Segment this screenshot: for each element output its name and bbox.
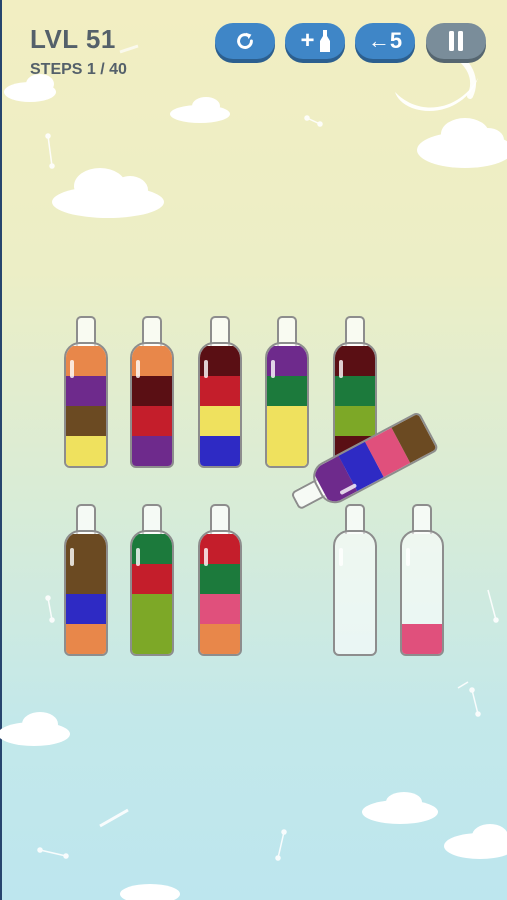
steps-counter: STEPS 1 / 40 — [30, 61, 127, 78]
liquid-layer-blue — [200, 436, 240, 466]
liquid-layer-yellow — [66, 436, 106, 466]
bottle[interactable] — [265, 316, 309, 468]
restart-icon — [237, 32, 253, 49]
bottle-shine — [204, 548, 208, 566]
liquid-layer-green — [267, 376, 307, 406]
liquid-layer-orange — [66, 624, 106, 654]
cloud-icon — [0, 74, 507, 900]
level-label: LVL 51 — [30, 24, 116, 54]
bottle[interactable] — [400, 504, 444, 656]
liquid-layer-purple — [132, 436, 172, 466]
liquid-layer-lime — [335, 406, 375, 436]
liquid-layer-green — [335, 376, 375, 406]
liquid-layer-red — [200, 376, 240, 406]
liquid-layer-yellow — [267, 436, 307, 466]
liquid-layer-orange — [200, 624, 240, 654]
bottle[interactable] — [130, 316, 174, 468]
liquid-layer-maroon — [132, 376, 172, 406]
bottle-shine — [136, 548, 140, 566]
liquid-layer-brown — [66, 564, 106, 594]
add-bottle-button[interactable]: + — [285, 23, 345, 59]
liquid-layer-yellow — [200, 406, 240, 436]
bottle[interactable] — [198, 504, 242, 656]
stars-decor — [37, 115, 499, 861]
bottle-shine — [339, 548, 343, 566]
pause-button[interactable] — [426, 23, 486, 59]
bottle-shine — [136, 360, 140, 378]
bottle-shine — [204, 360, 208, 378]
liquid-layer-blue — [66, 594, 106, 624]
bottle-shine — [339, 360, 343, 378]
liquid-layer-lime — [132, 624, 172, 654]
bottle-shine — [406, 548, 410, 566]
liquid-layer-red — [132, 564, 172, 594]
bottle[interactable] — [64, 316, 108, 468]
liquid-layer-lime — [132, 594, 172, 624]
restart-button[interactable] — [215, 23, 275, 59]
liquid-layer-green — [200, 564, 240, 594]
bottle[interactable] — [333, 504, 377, 656]
liquid-layer-brown — [66, 406, 106, 436]
plus-label: + — [300, 27, 315, 54]
liquid-layer-red — [132, 406, 172, 436]
pause-icon — [449, 31, 463, 51]
bottle-icon — [319, 30, 330, 52]
bottle-shine — [70, 360, 74, 378]
bottle[interactable] — [64, 504, 108, 656]
liquid-layer-yellow — [267, 406, 307, 436]
liquid-layer-purple — [66, 376, 106, 406]
bottle-shine — [70, 548, 74, 566]
liquid-layer-pink — [200, 594, 240, 624]
bottle[interactable] — [130, 504, 174, 656]
bottle-shine — [271, 360, 275, 378]
moon-icon — [395, 49, 478, 112]
undo-button[interactable]: ←5 — [355, 23, 415, 59]
bottle[interactable] — [198, 316, 242, 468]
liquid-layer-pink — [402, 624, 442, 654]
